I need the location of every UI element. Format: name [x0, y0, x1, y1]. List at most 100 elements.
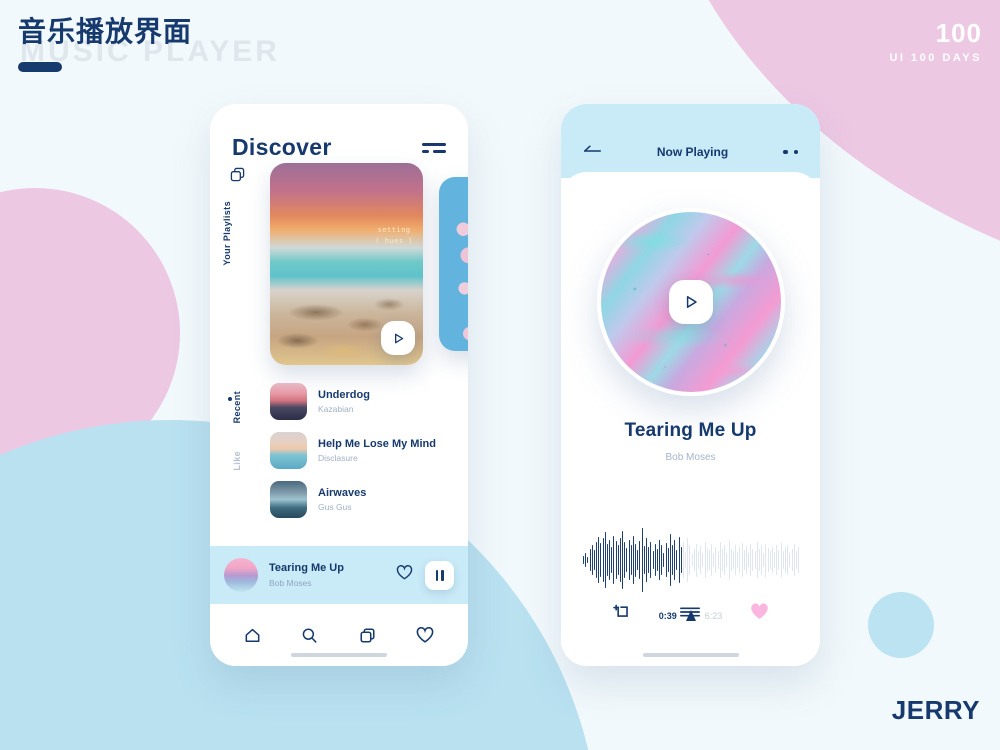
author-signature: JERRY	[891, 695, 980, 725]
waveform-bar	[661, 545, 662, 575]
waveform-bar	[639, 540, 641, 580]
background-decoration	[0, 0, 1000, 750]
waveform-bar	[598, 536, 599, 584]
waveform-bar	[669, 534, 671, 586]
waveform-bar	[654, 544, 656, 576]
waveform-bar	[750, 544, 751, 576]
waveform-bar	[795, 550, 797, 570]
featured-card-primary[interactable]: setting ( hues )	[270, 163, 423, 365]
waveform-bar	[667, 548, 669, 572]
waveform-bar	[704, 541, 706, 579]
waveform-bar	[726, 552, 727, 568]
mini-player[interactable]: Tearing Me Up Bob Moses	[210, 546, 468, 604]
waveform-bar	[691, 554, 693, 566]
waveform-bar	[754, 551, 756, 569]
waveform-bar	[596, 541, 597, 579]
waveform-bar	[587, 556, 588, 564]
track-artist: Gus Gus	[318, 502, 352, 513]
waveform-bar	[784, 547, 786, 573]
poster-title-block: 音乐播放界面	[18, 15, 192, 73]
waveform-bar	[591, 544, 593, 576]
more-dots-icon[interactable]	[783, 149, 798, 155]
badge-number: 100	[935, 18, 982, 48]
waveform-bar	[752, 548, 753, 572]
song-artist: Bob Moses	[665, 452, 716, 463]
decor-circle-blue-small	[868, 592, 934, 658]
layers-icon[interactable]	[230, 167, 245, 187]
waveform-bar	[774, 552, 775, 568]
featured-card-artwork-secondary	[439, 177, 468, 351]
featured-card-secondary[interactable]	[439, 177, 468, 351]
badge-subtitle: UI 100 DAYS	[889, 52, 982, 64]
waveform-bar	[722, 549, 723, 571]
track-artist: Disclasure	[318, 453, 358, 464]
menu-icon[interactable]	[422, 142, 446, 153]
waveform-bar	[776, 544, 777, 576]
now-playing-sheet: Tearing Me Up Bob Moses 0:39 6:23	[561, 172, 820, 666]
caption-line-1: setting	[377, 226, 411, 234]
discover-screen: Discover Your Playlists Recent Like sett…	[210, 104, 468, 666]
search-icon[interactable]	[300, 626, 319, 645]
waveform-bar	[645, 538, 647, 582]
page-title: Now Playing	[656, 145, 729, 159]
waveform-bar	[798, 546, 799, 574]
track-artwork	[270, 432, 307, 469]
waveform-bar	[702, 552, 704, 568]
table-row[interactable]: Airwaves Gus Gus	[270, 475, 454, 524]
waveform-bar	[619, 537, 621, 583]
library-icon[interactable]	[358, 626, 377, 645]
home-indicator	[642, 653, 739, 657]
waveform-bar	[780, 542, 782, 578]
waveform-bar	[624, 542, 625, 578]
waveform-bar	[745, 546, 747, 574]
rail-item-recent[interactable]: Recent	[232, 391, 242, 423]
category-rail: Your Playlists Recent Like	[222, 165, 254, 585]
now-playing-header: Now Playing	[561, 104, 820, 178]
song-info: Tearing Me Up Bob Moses	[561, 420, 820, 463]
track-title: Underdog	[318, 388, 370, 401]
add-to-playlist-icon[interactable]	[611, 601, 632, 622]
waveform-bar	[685, 552, 686, 568]
heart-filled-icon[interactable]	[749, 601, 770, 622]
waveform-bar	[665, 542, 667, 578]
waveform-bar	[771, 546, 773, 574]
play-button[interactable]	[668, 280, 713, 324]
waveform-bar	[793, 544, 795, 576]
waveform-bar	[706, 548, 708, 572]
rail-item-like[interactable]: Like	[232, 451, 242, 471]
back-arrow-icon[interactable]	[583, 143, 602, 162]
album-artwork[interactable]	[596, 208, 785, 396]
waveform-bar	[743, 550, 745, 570]
table-row[interactable]: Underdog Kazabian	[270, 377, 454, 426]
waveform-bar	[611, 546, 612, 574]
waveform-bar	[737, 552, 738, 568]
rail-item-your-playlists[interactable]: Your Playlists	[222, 201, 232, 265]
mini-player-artist: Bob Moses	[269, 577, 312, 588]
waveform-bar	[615, 540, 617, 580]
waveform-bar	[641, 528, 643, 592]
waveform-bar	[715, 546, 717, 574]
table-row[interactable]: Help Me Lose My Mind Disclasure	[270, 426, 454, 475]
waveform-bar	[765, 543, 767, 577]
waveform-bar	[778, 550, 780, 570]
queue-icon[interactable]	[679, 604, 701, 620]
pause-icon[interactable]	[425, 560, 454, 590]
waveform-bar	[648, 547, 649, 573]
heart-outline-icon[interactable]	[395, 563, 414, 587]
featured-card-caption: setting ( hues )	[375, 225, 413, 246]
waveform-bar	[717, 551, 719, 569]
waveform-scrubber[interactable]	[583, 524, 799, 596]
waveform-bar	[628, 539, 630, 581]
waveform-bar	[756, 541, 758, 579]
now-playing-screen: Now Playing Tearing Me Up Bob Moses 0:39…	[561, 104, 820, 666]
waveform-bar	[741, 542, 743, 578]
home-icon[interactable]	[243, 626, 262, 645]
waveform-bar	[632, 536, 634, 584]
track-artist: Kazabian	[318, 404, 354, 415]
card-play-button[interactable]	[381, 321, 415, 355]
waveform-bar	[695, 543, 697, 577]
heart-outline-icon[interactable]	[415, 625, 435, 645]
waveform-bar	[589, 548, 591, 572]
waveform-bar	[583, 556, 584, 564]
waveform-bar	[678, 536, 680, 584]
